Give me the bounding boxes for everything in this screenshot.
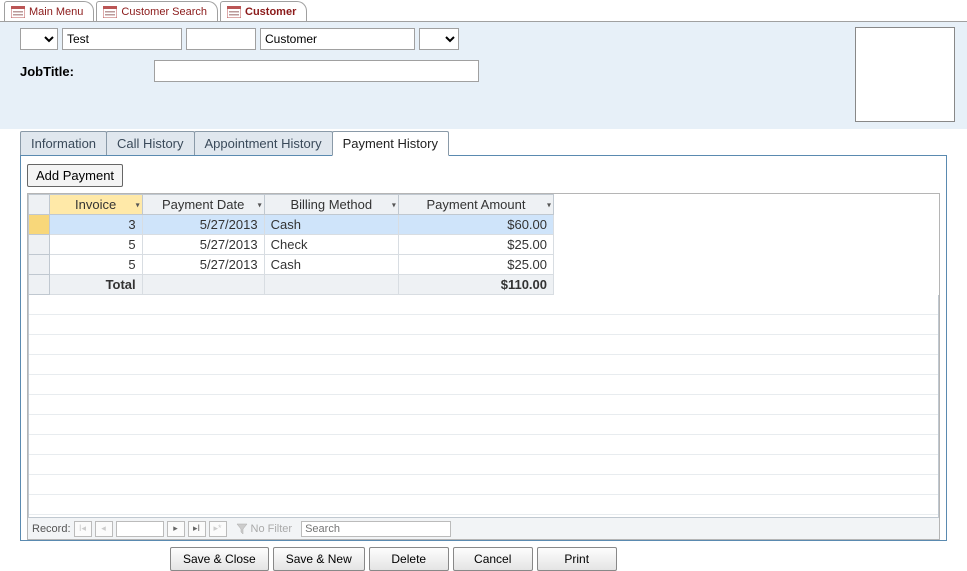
record-nav-bar: Record: I◂ ◂ ▸ ▸I ▸* No Filter — [28, 517, 939, 539]
dropdown-icon[interactable]: ▾ — [547, 200, 551, 209]
tab-information[interactable]: Information — [20, 131, 107, 155]
nav-tab-main-menu[interactable]: Main Menu — [4, 1, 94, 21]
dropdown-icon[interactable]: ▾ — [136, 200, 140, 209]
nav-first-button[interactable]: I◂ — [74, 521, 92, 537]
col-label: Billing Method — [290, 197, 372, 212]
nav-tab-label: Customer Search — [121, 6, 207, 18]
cell-method[interactable]: Check — [264, 235, 398, 255]
table-row[interactable]: 3 5/27/2013 Cash $60.00 — [29, 215, 554, 235]
col-label: Invoice — [75, 197, 116, 212]
filter-icon — [236, 523, 248, 535]
col-label: Payment Date — [162, 197, 244, 212]
add-payment-button[interactable]: Add Payment — [27, 164, 123, 187]
save-new-button[interactable]: Save & New — [273, 547, 365, 571]
row-selector[interactable] — [29, 255, 50, 275]
nav-tab-customer-search[interactable]: Customer Search — [96, 1, 218, 21]
detail-tabs: Information Call History Appointment His… — [20, 129, 947, 155]
total-row: Total $110.00 — [29, 275, 554, 295]
total-blank — [264, 275, 398, 295]
col-payment-amount[interactable]: Payment Amount ▾ — [398, 195, 553, 215]
total-blank — [142, 275, 264, 295]
table-row[interactable]: 5 5/27/2013 Check $25.00 — [29, 235, 554, 255]
jobtitle-label: JobTitle: — [20, 64, 150, 79]
cancel-button[interactable]: Cancel — [453, 547, 533, 571]
row-selector-header[interactable] — [29, 195, 50, 215]
cell-invoice[interactable]: 3 — [49, 215, 142, 235]
form-icon — [11, 6, 25, 18]
total-label: Total — [49, 275, 142, 295]
nav-next-button[interactable]: ▸ — [167, 521, 185, 537]
window-tabs: Main Menu Customer Search Customer — [0, 0, 967, 22]
delete-button[interactable]: Delete — [369, 547, 449, 571]
cell-amount[interactable]: $60.00 — [398, 215, 553, 235]
grid-blank-area — [28, 295, 939, 517]
form-actions: Save & Close Save & New Delete Cancel Pr… — [0, 541, 967, 571]
dropdown-icon[interactable]: ▾ — [392, 200, 396, 209]
col-billing-method[interactable]: Billing Method ▾ — [264, 195, 398, 215]
nav-tab-customer[interactable]: Customer — [220, 1, 307, 21]
tab-appointment-history[interactable]: Appointment History — [194, 131, 333, 155]
record-label: Record: — [32, 523, 71, 535]
cell-date[interactable]: 5/27/2013 — [142, 215, 264, 235]
nav-new-button[interactable]: ▸* — [209, 521, 227, 537]
customer-header: Picture: JobTitle: — [0, 22, 967, 129]
total-amount: $110.00 — [398, 275, 553, 295]
row-selector[interactable] — [29, 215, 50, 235]
payment-grid-wrap: Invoice ▾ Payment Date ▾ Billing Method ▾ P… — [27, 193, 940, 540]
col-label: Payment Amount — [426, 197, 525, 212]
payment-grid: Invoice ▾ Payment Date ▾ Billing Method ▾ P… — [28, 194, 554, 295]
cell-invoice[interactable]: 5 — [49, 235, 142, 255]
nav-last-button[interactable]: ▸I — [188, 521, 206, 537]
save-close-button[interactable]: Save & Close — [170, 547, 269, 571]
payment-history-panel: Add Payment Invoice ▾ Payment Date ▾ Billi… — [20, 155, 947, 541]
nav-tab-label: Customer — [245, 6, 296, 18]
first-name-field[interactable] — [62, 28, 182, 50]
cell-invoice[interactable]: 5 — [49, 255, 142, 275]
no-filter-indicator[interactable]: No Filter — [236, 523, 293, 535]
cell-date[interactable]: 5/27/2013 — [142, 255, 264, 275]
row-selector[interactable] — [29, 235, 50, 255]
col-invoice[interactable]: Invoice ▾ — [49, 195, 142, 215]
search-input[interactable] — [301, 521, 451, 537]
nav-prev-button[interactable]: ◂ — [95, 521, 113, 537]
title-select[interactable] — [20, 28, 58, 50]
jobtitle-field[interactable] — [154, 60, 479, 82]
record-number-input[interactable] — [116, 521, 164, 537]
col-payment-date[interactable]: Payment Date ▾ — [142, 195, 264, 215]
row-selector — [29, 275, 50, 295]
dropdown-icon[interactable]: ▾ — [258, 200, 262, 209]
cell-date[interactable]: 5/27/2013 — [142, 235, 264, 255]
middle-name-field[interactable] — [186, 28, 256, 50]
table-row[interactable]: 5 5/27/2013 Cash $25.00 — [29, 255, 554, 275]
form-icon — [227, 6, 241, 18]
form-icon — [103, 6, 117, 18]
last-name-field[interactable] — [260, 28, 415, 50]
cell-amount[interactable]: $25.00 — [398, 255, 553, 275]
nav-tab-label: Main Menu — [29, 6, 83, 18]
cell-method[interactable]: Cash — [264, 215, 398, 235]
print-button[interactable]: Print — [537, 547, 617, 571]
tab-payment-history[interactable]: Payment History — [332, 131, 449, 156]
no-filter-label: No Filter — [251, 523, 293, 535]
picture-box[interactable] — [855, 27, 955, 122]
cell-amount[interactable]: $25.00 — [398, 235, 553, 255]
suffix-select[interactable] — [419, 28, 459, 50]
cell-method[interactable]: Cash — [264, 255, 398, 275]
tab-call-history[interactable]: Call History — [106, 131, 194, 155]
